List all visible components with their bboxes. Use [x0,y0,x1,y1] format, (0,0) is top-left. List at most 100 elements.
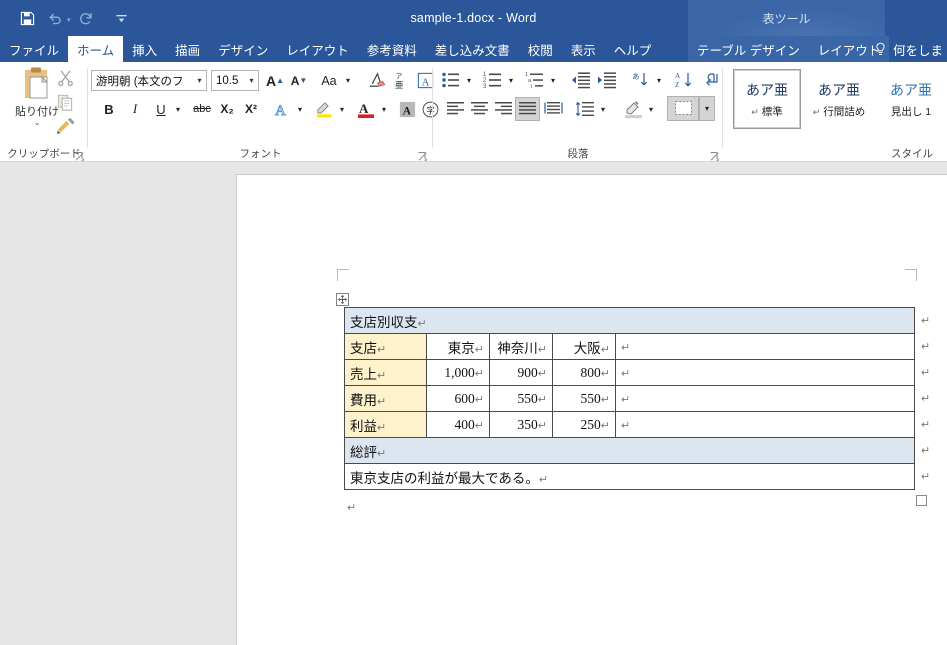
align-center-icon[interactable] [467,98,491,120]
table-row[interactable]: 支店↵ 東京↵ 神奈川↵ 大阪↵ ↵ [344,333,915,360]
header-cell-osaka[interactable]: 大阪↵ [552,333,616,360]
superscript-button[interactable]: X² [240,98,262,120]
redo-icon[interactable] [73,5,99,31]
tab-file[interactable]: ファイル [0,36,68,62]
table-row[interactable]: 売上↵ 1,000↵ 900↵ 800↵ ↵ [344,359,915,386]
font-color-icon[interactable]: A [354,98,378,120]
customize-qat-icon[interactable] [109,5,135,31]
font-dialog-launcher[interactable] [417,149,428,161]
summary-text-cell[interactable]: 東京支店の利益が最大である。↵ [344,463,915,490]
grow-font-button[interactable]: A ▲ [264,70,286,91]
cell-cost-tokyo[interactable]: 600↵ [426,385,490,412]
numbering-dropdown-icon[interactable]: ▾ [505,69,517,91]
multilevel-dropdown-icon[interactable]: ▾ [547,69,559,91]
underline-button[interactable]: U [150,98,172,120]
summary-header-cell[interactable]: 総評↵ [344,437,915,464]
tab-draw[interactable]: 描画 [166,36,209,62]
highlight-icon[interactable] [312,98,336,120]
row-label-cost[interactable]: 費用↵ [344,385,427,412]
cell-cost-osaka[interactable]: 550↵ [552,385,616,412]
cell-sales-empty[interactable]: ↵ [615,359,915,386]
strikethrough-button[interactable]: abc [190,98,214,120]
tab-home[interactable]: ホーム [68,36,124,62]
bullets-dropdown-icon[interactable]: ▾ [463,69,475,91]
shading-icon[interactable] [621,98,645,120]
tab-insert[interactable]: 挿入 [123,36,166,62]
change-case-dropdown-icon[interactable]: ▾ [342,70,354,91]
align-right-icon[interactable] [491,98,515,120]
underline-dropdown-icon[interactable]: ▾ [172,98,184,120]
line-spacing-dropdown-icon[interactable]: ▾ [597,98,609,120]
font-color-dropdown-icon[interactable]: ▾ [378,98,390,120]
cut-icon[interactable] [56,68,75,87]
bullets-icon[interactable] [439,69,463,91]
increase-indent-icon[interactable] [595,69,619,91]
subscript-button[interactable]: X₂ [216,98,238,120]
paragraph-dialog-launcher[interactable] [709,149,720,161]
borders-dropdown-icon[interactable]: ▾ [699,96,715,121]
table-row[interactable]: 総評↵ [344,437,915,464]
tab-table-design[interactable]: テーブル デザイン [688,36,809,62]
cell-cost-empty[interactable]: ↵ [615,385,915,412]
row-label-sales[interactable]: 売上↵ [344,359,427,386]
sort-dropdown-icon[interactable]: ▾ [653,69,665,91]
style-heading-1[interactable]: あア亜 見出し 1 [877,69,945,129]
phonetic-guide-icon[interactable]: ア 亜 [390,69,412,91]
clipboard-dialog-launcher[interactable] [74,149,85,161]
table-row[interactable]: 利益↵ 400↵ 350↵ 250↵ ↵ [344,411,915,438]
sort-icon[interactable]: あ [629,69,653,91]
header-cell-empty[interactable]: ↵ [615,333,915,360]
justify-button[interactable] [515,97,540,121]
undo-icon[interactable] [42,5,68,31]
shading-dropdown-icon[interactable]: ▾ [645,98,657,120]
tab-review[interactable]: 校閲 [519,36,562,62]
tab-layout[interactable]: レイアウト [277,36,358,62]
cell-profit-osaka[interactable]: 250↵ [552,411,616,438]
cell-sales-kanagawa[interactable]: 900↵ [489,359,553,386]
table-row[interactable]: 支店別収支↵ [344,307,915,334]
document-canvas[interactable]: 支店別収支↵ 支店↵ 東京↵ 神奈川↵ 大阪↵ ↵ 売上↵ 1,000↵ 900… [0,163,947,645]
font-name-input[interactable]: 游明朝 (本文のフ ▾ [91,70,207,91]
sort-az-icon[interactable]: A Z [673,69,697,91]
document-page[interactable]: 支店別収支↵ 支店↵ 東京↵ 神奈川↵ 大阪↵ ↵ 売上↵ 1,000↵ 900… [236,174,947,645]
text-effects-icon[interactable]: A [270,98,294,120]
paste-button[interactable]: 貼り付け ⌄ [12,66,62,127]
header-cell-branch[interactable]: 支店↵ [344,333,427,360]
bold-button[interactable]: B [98,98,120,120]
align-left-icon[interactable] [443,98,467,120]
font-size-dropdown-icon[interactable]: ▾ [245,76,258,85]
copy-icon[interactable] [56,93,75,112]
branch-balance-table[interactable]: 支店別収支↵ 支店↵ 東京↵ 神奈川↵ 大阪↵ ↵ 売上↵ 1,000↵ 900… [344,307,915,490]
cell-profit-kanagawa[interactable]: 350↵ [489,411,553,438]
save-icon[interactable] [14,5,40,31]
cell-cost-kanagawa[interactable]: 550↵ [489,385,553,412]
borders-button[interactable] [667,96,699,121]
font-size-input[interactable]: 10.5 ▾ [211,70,259,91]
cell-profit-tokyo[interactable]: 400↵ [426,411,490,438]
tab-help[interactable]: ヘルプ [605,36,661,62]
cell-sales-osaka[interactable]: 800↵ [552,359,616,386]
italic-button[interactable]: I [124,98,146,120]
distribute-icon[interactable] [541,98,565,120]
undo-dropdown-icon[interactable]: ▾ [67,16,71,24]
row-label-profit[interactable]: 利益↵ [344,411,427,438]
text-effects-dropdown-icon[interactable]: ▾ [294,98,306,120]
paste-dropdown-icon[interactable]: ⌄ [12,119,62,127]
style-normal[interactable]: あア亜 ↵ 標準 [733,69,801,129]
font-name-dropdown-icon[interactable]: ▾ [193,76,206,85]
highlight-dropdown-icon[interactable]: ▾ [336,98,348,120]
cell-sales-tokyo[interactable]: 1,000↵ [426,359,490,386]
tab-view[interactable]: 表示 [562,36,605,62]
numbering-icon[interactable]: 1 2 3 [481,69,505,91]
shrink-font-button[interactable]: A ▼ [288,70,310,91]
table-caption-cell[interactable]: 支店別収支↵ [344,307,915,334]
table-resize-handle[interactable] [916,495,927,506]
header-cell-tokyo[interactable]: 東京↵ [426,333,490,360]
tab-references[interactable]: 参考資料 [358,36,426,62]
tab-design[interactable]: デザイン [209,36,277,62]
table-row[interactable]: 費用↵ 600↵ 550↵ 550↵ ↵ [344,385,915,412]
tell-me-box[interactable]: 何をしま [864,36,947,62]
clear-formatting-icon[interactable] [365,69,387,91]
tab-mailings[interactable]: 差し込み文書 [426,36,519,62]
char-shading-icon[interactable]: A [396,98,418,120]
